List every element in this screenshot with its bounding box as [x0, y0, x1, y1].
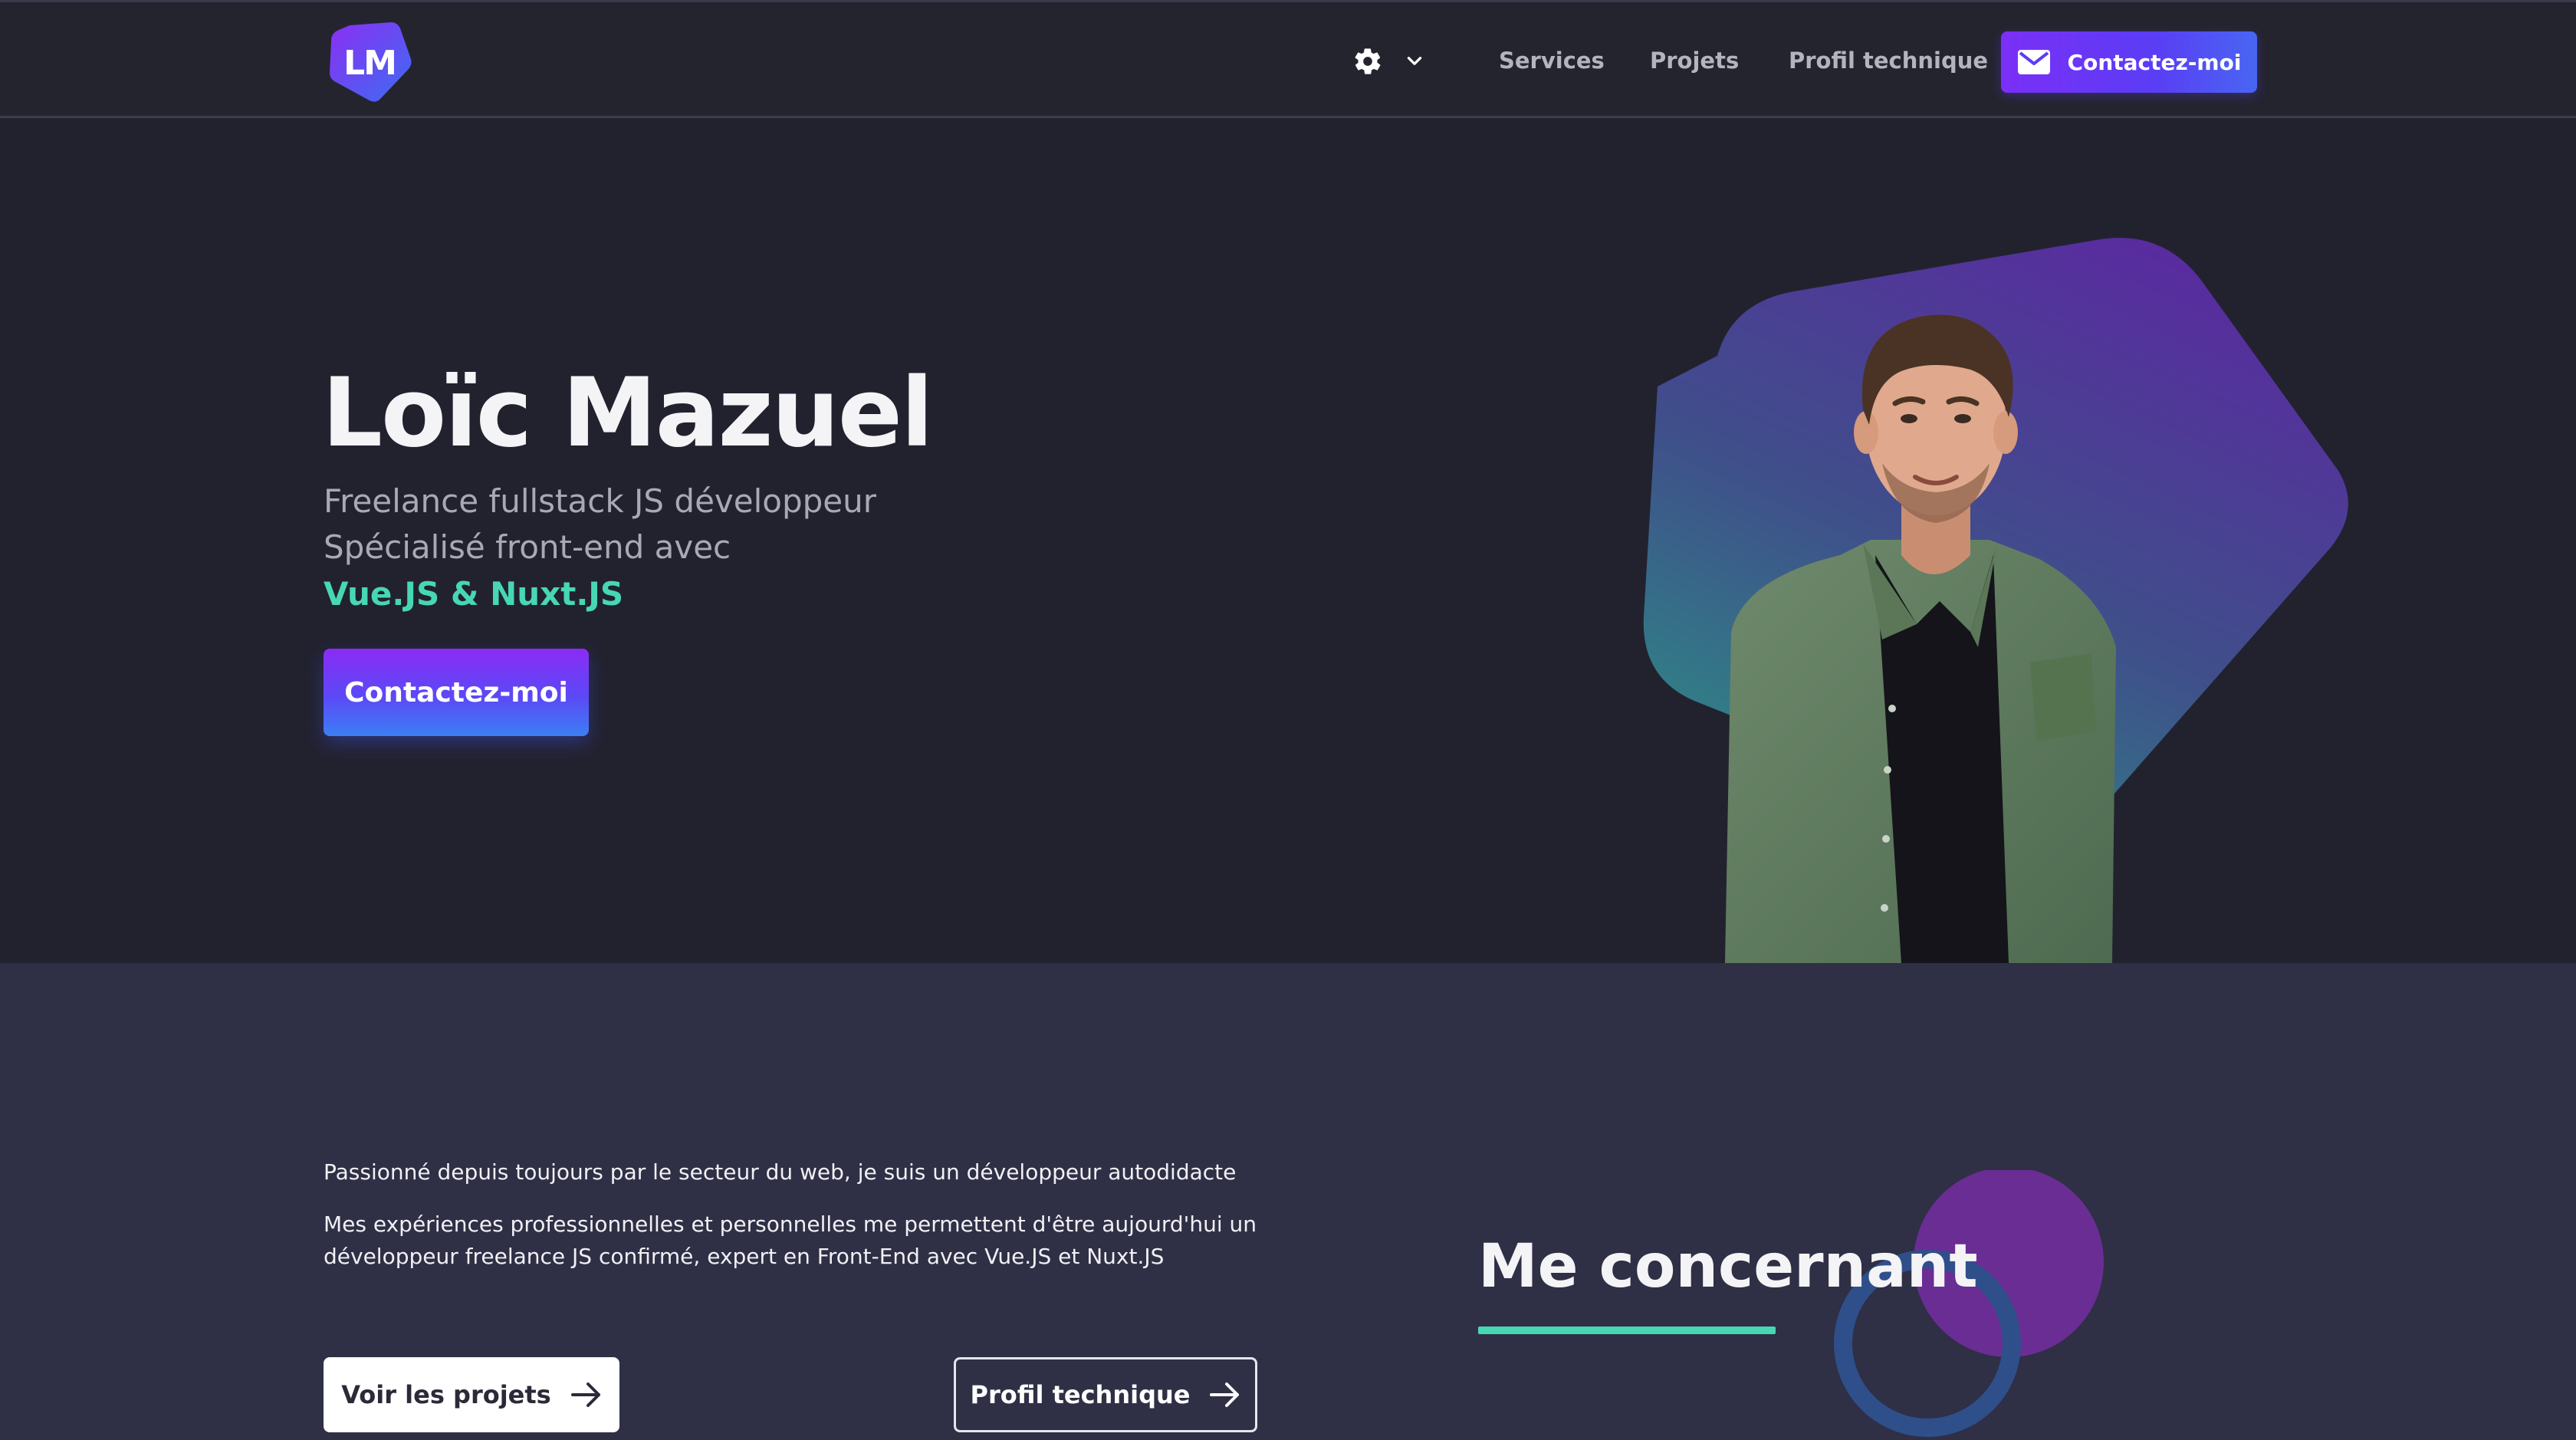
about-title-underline	[1478, 1327, 1776, 1334]
profile-technique-label: Profil technique	[970, 1380, 1191, 1409]
hero-accent-line: Vue.JS & Nuxt.JS	[324, 575, 624, 613]
view-projects-label: Voir les projets	[341, 1380, 551, 1409]
hero-subtitle-line2: Spécialisé front-end avec	[324, 528, 731, 566]
hero-contact-button[interactable]: Contactez-moi	[324, 649, 589, 736]
site-header: LM Services Projets Profil technique Con…	[0, 0, 2576, 118]
header-contact-button[interactable]: Contactez-moi	[2001, 31, 2257, 93]
logo-text: LM	[343, 44, 397, 83]
nav-link-profil-technique[interactable]: Profil technique	[1789, 45, 1988, 76]
hero-portrait	[1610, 233, 2453, 963]
arrow-right-icon	[570, 1382, 600, 1407]
logo[interactable]: LM	[327, 21, 412, 104]
nav-link-services[interactable]: Services	[1499, 45, 1605, 76]
decorative-circles	[1825, 1170, 2116, 1440]
about-section: Passionné depuis toujours par le secteur…	[0, 963, 2576, 1440]
about-paragraph-2: Mes expériences professionnelles et pers…	[324, 1212, 1257, 1269]
header-contact-label: Contactez-moi	[2067, 49, 2242, 75]
hero-section: Loïc Mazuel Freelance fullstack JS dével…	[0, 118, 2576, 963]
about-title: Me concernant	[1478, 1232, 1978, 1301]
settings-dropdown[interactable]	[1352, 42, 1424, 81]
mail-icon	[2017, 50, 2050, 74]
nav-link-projets[interactable]: Projets	[1650, 45, 1739, 76]
hero-subtitle-line1: Freelance fullstack JS développeur	[324, 482, 877, 520]
profile-technique-button[interactable]: Profil technique	[954, 1357, 1257, 1432]
gear-icon	[1355, 48, 1381, 74]
arrow-right-icon	[1210, 1382, 1240, 1407]
about-paragraph-1: Passionné depuis toujours par le secteur…	[324, 1159, 1237, 1185]
view-projects-button[interactable]: Voir les projets	[324, 1357, 619, 1432]
hero-name: Loïc Mazuel	[322, 358, 934, 468]
chevron-down-icon	[1407, 57, 1422, 65]
